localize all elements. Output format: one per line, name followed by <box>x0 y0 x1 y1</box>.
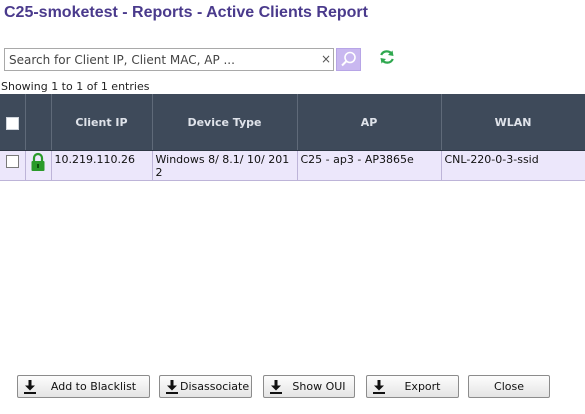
row-select-cell[interactable] <box>0 150 26 181</box>
close-button[interactable]: Close <box>468 375 550 398</box>
table-header-row: Client IP Device Type AP WLAN <box>0 94 585 151</box>
disassociate-label: Disassociate <box>180 380 250 393</box>
cell-device-type: Windows 8/ 8.1/ 10/ 2012 <box>152 150 298 181</box>
page-title: C25-smoketest - Reports - Active Clients… <box>4 4 368 21</box>
refresh-button[interactable] <box>378 48 396 66</box>
cell-wlan: CNL-220-0-3-ssid <box>441 150 585 181</box>
clients-table: Client IP Device Type AP WLAN 10.219.110… <box>0 94 585 181</box>
search-input[interactable] <box>4 48 334 71</box>
search-button[interactable] <box>336 48 361 71</box>
column-header-device-type[interactable]: Device Type <box>152 94 298 151</box>
row-status-cell <box>25 150 52 181</box>
select-all-header[interactable] <box>0 94 26 151</box>
add-to-blacklist-label: Add to Blacklist <box>50 380 137 393</box>
refresh-icon <box>380 50 394 64</box>
cell-client-ip: 10.219.110.26 <box>51 150 153 181</box>
cell-ap: C25 - ap3 - AP3865e <box>297 150 442 181</box>
show-oui-button[interactable]: Show OUI <box>263 375 355 398</box>
clear-search-icon[interactable]: × <box>320 52 332 66</box>
entries-info: Showing 1 to 1 of 1 entries <box>1 80 150 93</box>
status-header <box>25 94 52 151</box>
export-label: Export <box>404 380 441 393</box>
add-to-blacklist-button[interactable]: Add to Blacklist <box>17 375 150 398</box>
select-all-checkbox[interactable] <box>5 116 19 130</box>
export-button[interactable]: Export <box>366 375 459 398</box>
download-icon <box>24 379 36 394</box>
table-row[interactable]: 10.219.110.26 Windows 8/ 8.1/ 10/ 2012 C… <box>0 150 585 181</box>
download-icon <box>270 379 282 394</box>
close-label: Close <box>494 380 524 393</box>
column-header-wlan[interactable]: WLAN <box>441 94 585 151</box>
search-bar: × <box>4 48 361 71</box>
lock-icon <box>31 152 45 171</box>
column-header-ap[interactable]: AP <box>297 94 442 151</box>
disassociate-button[interactable]: Disassociate <box>159 375 252 398</box>
row-checkbox[interactable] <box>5 155 19 168</box>
download-icon <box>373 379 385 394</box>
search-icon <box>341 51 356 67</box>
show-oui-label: Show OUI <box>292 380 346 393</box>
column-header-client-ip[interactable]: Client IP <box>51 94 153 151</box>
download-icon <box>166 379 178 394</box>
